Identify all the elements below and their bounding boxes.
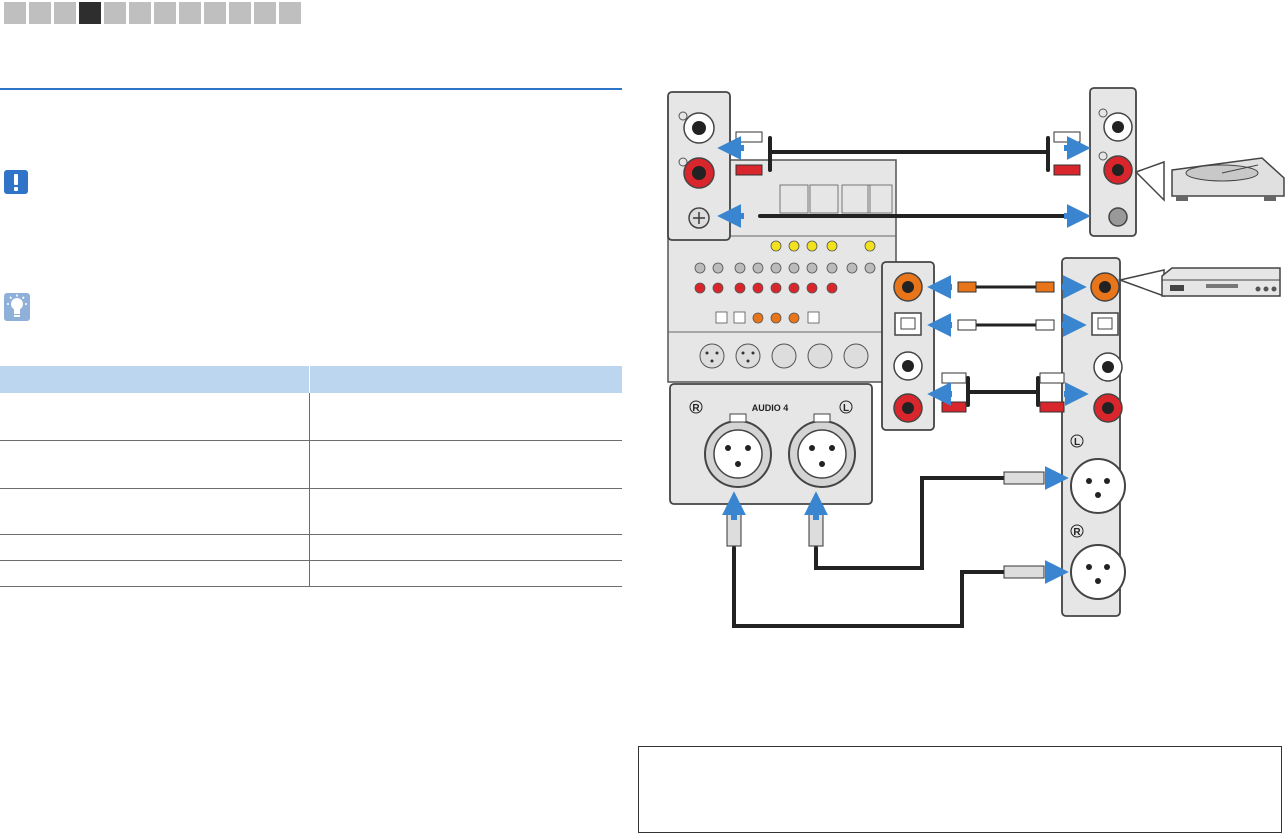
chapter-tabs[interactable] xyxy=(4,2,301,24)
table-header xyxy=(0,366,622,393)
xlr-input-callout: R AUDIO 4 L xyxy=(669,383,873,505)
device-xlr-left-mark: L xyxy=(1074,437,1080,448)
connection-diagram: R AUDIO 4 L L R xyxy=(667,87,1285,628)
table-row xyxy=(0,393,622,441)
table-row xyxy=(0,561,622,587)
table-row xyxy=(0,441,622,489)
chapter-tab[interactable] xyxy=(179,2,201,24)
cd-player-output-panel: L R xyxy=(1061,257,1165,617)
input-table xyxy=(0,366,622,587)
chapter-tab[interactable] xyxy=(4,2,26,24)
chapter-tab[interactable] xyxy=(54,2,76,24)
phono-input-callout xyxy=(667,91,731,241)
note-box xyxy=(638,746,1282,833)
audio-input-label: AUDIO 4 xyxy=(752,403,789,413)
table-row xyxy=(0,535,622,561)
chapter-tab[interactable] xyxy=(29,2,51,24)
table-row xyxy=(0,489,622,535)
lightbulb-icon xyxy=(4,293,30,321)
chapter-tab[interactable] xyxy=(254,2,276,24)
chapter-tab[interactable] xyxy=(104,2,126,24)
chapter-tab[interactable] xyxy=(154,2,176,24)
chapter-tab[interactable] xyxy=(229,2,251,24)
cd-player-icon xyxy=(1161,267,1281,297)
chapter-tab[interactable] xyxy=(79,2,101,24)
chapter-tab[interactable] xyxy=(129,2,151,24)
digital-input-callout xyxy=(881,261,935,431)
turntable-output-panel xyxy=(1089,87,1165,237)
exclamation-icon xyxy=(4,170,28,194)
chapter-tab[interactable] xyxy=(204,2,226,24)
device-xlr-right-mark: R xyxy=(1073,527,1081,538)
xlr-left-mark: L xyxy=(843,403,849,414)
turntable-icon xyxy=(1171,157,1285,201)
chapter-tab[interactable] xyxy=(279,2,301,24)
section-divider xyxy=(0,88,622,90)
